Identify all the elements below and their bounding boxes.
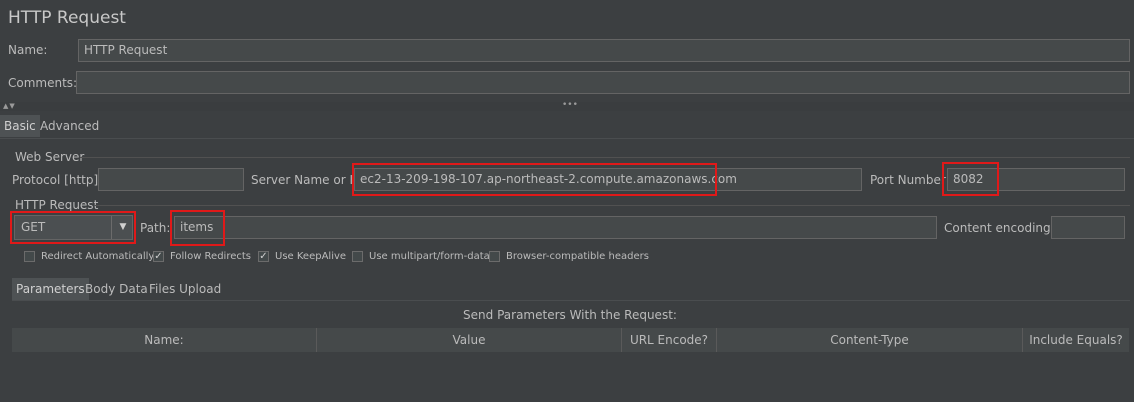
splitter-arrows-icon[interactable]: ▲▼ [3, 102, 16, 110]
tab-divider [0, 138, 1134, 139]
protocol-label: Protocol [http]: [12, 173, 103, 187]
port-label: Port Number: [870, 173, 950, 187]
follow-redirects-label: Follow Redirects [170, 251, 251, 262]
tab-parameters[interactable]: Parameters [12, 278, 89, 300]
browser-headers-label: Browser-compatible headers [506, 251, 649, 262]
column-include-equals-header[interactable]: Include Equals? [1023, 328, 1129, 352]
column-content-type-header[interactable]: Content-Type [717, 328, 1023, 352]
http-request-heading: HTTP Request [15, 198, 99, 212]
tab-advanced[interactable]: Advanced [36, 115, 103, 137]
splitter-handle-icon[interactable]: ••• [562, 100, 578, 110]
browser-headers-checkbox[interactable]: Browser-compatible headers [489, 251, 649, 262]
column-value-header[interactable]: Value [317, 328, 622, 352]
path-highlight [170, 210, 225, 246]
http-request-divider [94, 205, 1130, 206]
server-highlight [352, 163, 717, 196]
params-table-body[interactable] [12, 352, 1129, 402]
comments-input[interactable] [76, 71, 1130, 94]
multipart-label: Use multipart/form-data [369, 251, 490, 262]
encoding-label: Content encoding: [944, 221, 1055, 235]
name-label: Name: [8, 43, 48, 57]
follow-redirects-box[interactable]: ✓ [153, 251, 164, 262]
params-caption: Send Parameters With the Request: [463, 308, 677, 322]
redirect-auto-box[interactable] [24, 251, 35, 262]
tab-files-upload[interactable]: Files Upload [145, 278, 225, 300]
web-server-heading: Web Server [15, 150, 85, 164]
keepalive-checkbox[interactable]: ✓ Use KeepAlive [258, 251, 346, 262]
keepalive-label: Use KeepAlive [275, 251, 347, 262]
sub-tab-divider [12, 300, 1130, 301]
encoding-input[interactable] [1051, 216, 1125, 239]
browser-headers-box[interactable] [489, 251, 500, 262]
follow-redirects-checkbox[interactable]: ✓ Follow Redirects [153, 251, 251, 262]
protocol-input[interactable] [98, 168, 244, 191]
redirect-auto-checkbox[interactable]: Redirect Automatically [24, 251, 154, 262]
web-server-divider [80, 157, 1130, 158]
column-name-header[interactable]: Name: [12, 328, 317, 352]
column-url-encode-header[interactable]: URL Encode? [622, 328, 717, 352]
port-highlight [942, 162, 999, 196]
tab-body-data[interactable]: Body Data [81, 278, 152, 300]
multipart-checkbox[interactable]: Use multipart/form-data [352, 251, 490, 262]
method-highlight [10, 211, 136, 244]
tab-basic[interactable]: Basic [0, 115, 40, 137]
name-input[interactable]: HTTP Request [78, 39, 1130, 62]
panel-title: HTTP Request [8, 8, 126, 28]
comments-label: Comments: [8, 76, 78, 90]
multipart-box[interactable] [352, 251, 363, 262]
path-label: Path: [140, 221, 171, 235]
server-label: Server Name or IP: [251, 173, 365, 187]
path-input[interactable]: items [174, 216, 937, 239]
keepalive-box[interactable]: ✓ [258, 251, 269, 262]
redirect-auto-label: Redirect Automatically [41, 251, 155, 262]
